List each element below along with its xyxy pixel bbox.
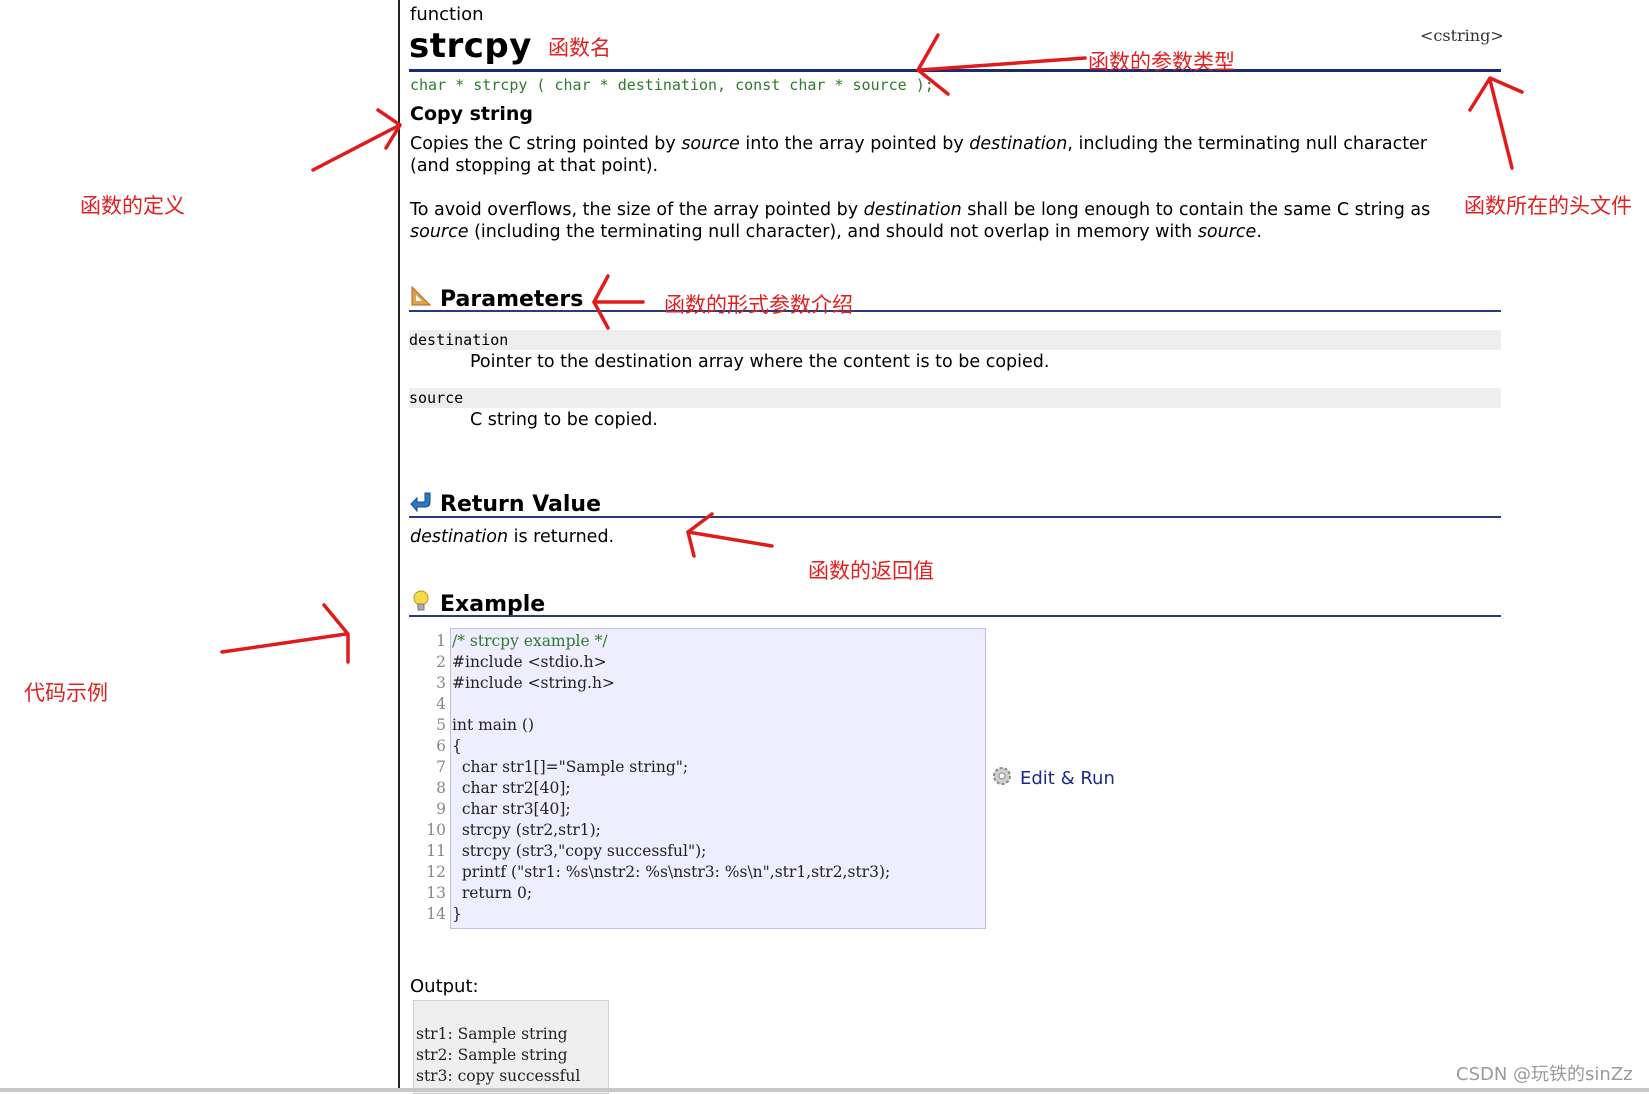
csdn-watermark: CSDN @玩铁的sinZz <box>1456 1064 1633 1085</box>
arrow-to-example <box>220 632 348 654</box>
arrow-to-header <box>1488 78 1514 170</box>
arrow-to-param-type <box>918 56 1087 72</box>
arrow-to-return <box>686 530 774 548</box>
bottom-scrollbar-track <box>0 1088 1649 1092</box>
arrow-to-param-type-head <box>916 33 950 96</box>
annotation-arrows <box>220 33 1524 664</box>
